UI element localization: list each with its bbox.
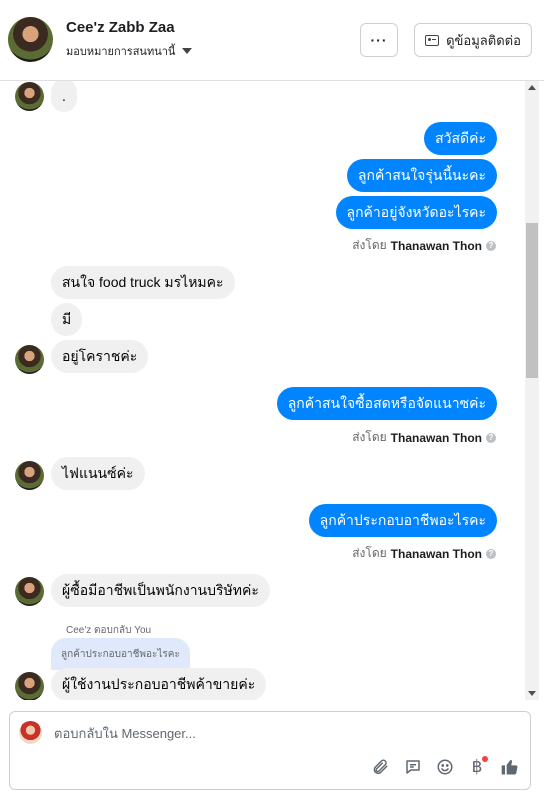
baht-payment-icon[interactable]: ฿ [466, 756, 488, 778]
outgoing-message[interactable]: ลูกค้าสนใจซื้อสดหรือจัดแนาซค่ะ [276, 387, 497, 420]
message-thread[interactable]: . สวัสดีค่ะ ลูกค้าสนใจรุ่นนี้นะคะ ลูกค้า… [0, 81, 544, 700]
reply-indicator: Cee'z ตอบกลับ You [66, 625, 152, 636]
reply-input[interactable] [54, 722, 474, 744]
sent-by-prefix: ส่งโดย [352, 430, 387, 444]
incoming-message[interactable]: มี [51, 303, 83, 336]
composer-area: ฿ [0, 700, 544, 798]
incoming-message[interactable]: สนใจ food truck มรไหมคะ [51, 266, 235, 299]
contact-message-avatar [15, 672, 44, 700]
paperclip-icon[interactable] [369, 756, 391, 778]
thread-scrollbar[interactable] [525, 81, 539, 700]
sent-by-prefix: ส่งโดย [352, 238, 387, 252]
sent-by-info: ส่งโดย Thanawan Thon ? [352, 544, 496, 563]
incoming-message[interactable]: . [51, 81, 77, 112]
contact-message-avatar [15, 577, 44, 606]
help-icon[interactable]: ? [486, 240, 496, 251]
contact-message-avatar [15, 345, 44, 374]
outgoing-message[interactable]: ลูกค้าประกอบอาชีพอะไรคะ [308, 504, 497, 537]
contact-name[interactable]: Cee'z Zabb Zaa [66, 19, 175, 36]
incoming-message[interactable]: ผู้ซื้อมีอาชีพเป็นพนักงานบริษัทค่ะ [51, 574, 270, 607]
emoji-icon[interactable] [434, 756, 456, 778]
contact-message-avatar [15, 461, 44, 490]
sender-name: Thanawan Thon [390, 238, 482, 253]
view-contact-info-label: ดูข้อมูลติดต่อ [446, 32, 521, 48]
quoted-message[interactable]: ลูกค้าประกอบอาชีพอะไรคะ [51, 638, 190, 670]
view-contact-info-button[interactable]: ดูข้อมูลติดต่อ [414, 23, 532, 57]
sent-by-info: ส่งโดย Thanawan Thon ? [352, 236, 496, 255]
assign-label: มอบหมายการสนทนานี้ [66, 46, 176, 58]
sender-name: Thanawan Thon [390, 546, 482, 561]
scroll-up-arrow-icon[interactable] [528, 85, 536, 90]
scroll-down-arrow-icon[interactable] [528, 691, 536, 696]
sent-by-info: ส่งโดย Thanawan Thon ? [352, 428, 496, 447]
contact-message-avatar [15, 82, 44, 111]
page-avatar [19, 721, 42, 744]
incoming-message[interactable]: อยู่โคราชค่ะ [51, 340, 149, 373]
incoming-message[interactable]: ไฟแนนซ์ค่ะ [51, 457, 145, 490]
message-composer[interactable]: ฿ [9, 711, 531, 790]
help-icon[interactable]: ? [486, 432, 496, 443]
help-icon[interactable]: ? [486, 548, 496, 559]
conversation-header: Cee'z Zabb Zaa มอบหมายการสนทนานี้ ··· ดู… [0, 0, 544, 81]
saved-replies-icon[interactable] [402, 756, 424, 778]
contact-avatar[interactable] [8, 17, 53, 62]
sent-by-prefix: ส่งโดย [352, 546, 387, 560]
scrollbar-thumb[interactable] [526, 223, 538, 378]
assign-conversation-dropdown[interactable]: มอบหมายการสนทนานี้ [66, 42, 193, 60]
dropdown-caret-icon [182, 48, 193, 54]
contact-card-icon [425, 34, 440, 46]
incoming-message[interactable]: ผู้ใช้งานประกอบอาชีพค้าขายค่ะ [51, 668, 267, 700]
outgoing-message[interactable]: ลูกค้าอยู่จังหวัดอะไรคะ [335, 196, 497, 229]
outgoing-message[interactable]: สวัสดีค่ะ [424, 122, 497, 155]
more-options-button[interactable]: ··· [360, 23, 398, 57]
outgoing-message[interactable]: ลูกค้าสนใจรุ่นนี้นะคะ [346, 159, 497, 192]
notification-dot [482, 756, 488, 762]
like-thumb-icon[interactable] [499, 756, 521, 778]
sender-name: Thanawan Thon [390, 430, 482, 445]
